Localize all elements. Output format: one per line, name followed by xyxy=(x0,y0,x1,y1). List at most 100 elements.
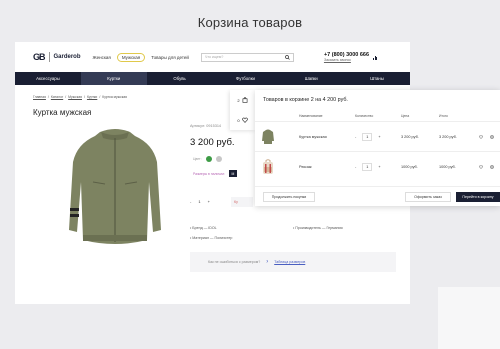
color-green-swatch[interactable] xyxy=(205,156,212,162)
size-table-link[interactable]: Таблица размеров xyxy=(274,260,305,264)
cart-count-row[interactable]: 2 xyxy=(237,97,248,103)
cart-item-price: 1000 руб. xyxy=(401,164,418,169)
cart-item-qty: - 1 + xyxy=(355,162,381,171)
prop-material: • Материал — Полиэстер xyxy=(190,236,233,240)
color-selector: Цвет: xyxy=(193,156,222,162)
prop-brand-text: Бренд — IDOL xyxy=(192,226,217,230)
backpack-thumbnail xyxy=(263,158,273,174)
prop-manufacturer: • Производитель — Германия xyxy=(293,226,343,230)
size-help-bar: Как не ошибиться с размером? › Таблица р… xyxy=(190,252,396,272)
cart-count: 2 xyxy=(237,97,240,103)
link-women[interactable]: Женская xyxy=(93,55,111,60)
cart-popup: Товаров в корзине 2 на 4 200 руб. Наимен… xyxy=(255,90,500,206)
site-header: GB Garderob Женская Мужская Товары для д… xyxy=(15,42,410,72)
cart-item-name[interactable]: Рюкзак xyxy=(299,165,312,169)
color-gray-swatch[interactable] xyxy=(215,156,222,162)
col-name: Наименование xyxy=(299,113,323,118)
size-label: Размеры в наличии: xyxy=(193,171,225,176)
callback-link[interactable]: Заказать звонок xyxy=(324,58,369,62)
cart-footer: Продолжить покупки Оформить заказ Перейт… xyxy=(255,186,500,206)
nav-accessories[interactable]: Аксессуары xyxy=(15,72,81,85)
breadcrumb-current: Куртка мужская xyxy=(102,95,127,99)
product-article: Артикул: 0915314 xyxy=(190,124,222,128)
qty-minus-button[interactable]: - xyxy=(355,165,356,169)
checkout-button[interactable]: Оформить заказ xyxy=(405,192,451,202)
nav-tshirts[interactable]: Футболки xyxy=(212,72,278,85)
cart-item: Рюкзак - 1 + 1000 руб. 1000 руб. xyxy=(255,151,500,181)
bag-icon xyxy=(242,97,248,103)
cart-item-total: 1000 руб. xyxy=(439,164,456,169)
buy-button[interactable]: Ку xyxy=(231,197,253,207)
product-title: Куртка мужская xyxy=(33,108,92,117)
product-image xyxy=(69,129,161,244)
prop-material-text: Материал — Полиэстер xyxy=(192,236,233,240)
logo-mark: GB xyxy=(33,52,45,62)
breadcrumb-sep: / xyxy=(99,95,101,99)
breadcrumb-jackets[interactable]: Куртки xyxy=(87,95,97,99)
cart-item-total: 3 200 руб. xyxy=(439,134,457,139)
qty-plus-button[interactable]: + xyxy=(208,199,210,204)
qty-value[interactable]: 1 xyxy=(198,199,200,204)
size-help-question: Как не ошибиться с размером? xyxy=(208,260,261,264)
heart-icon xyxy=(241,117,248,123)
logo-separator xyxy=(48,52,50,62)
cart-title: Товаров в корзине 2 на 4 200 руб. xyxy=(263,97,348,103)
qty-minus-button[interactable]: - xyxy=(190,199,191,204)
qty-value[interactable]: 1 xyxy=(362,132,373,141)
continue-shopping-button[interactable]: Продолжить покупки xyxy=(263,192,315,202)
prop-brand: • Бренд — IDOL xyxy=(190,226,217,230)
background-shape xyxy=(438,287,500,349)
main-nav: Аксессуары Куртки Обувь Футболки Шапки Ш… xyxy=(15,72,410,85)
top-links: Женская Мужская Товары для детей xyxy=(93,52,189,62)
cart-item: Куртка мужская - 1 + 3 200 руб. 3 200 ру… xyxy=(255,121,500,151)
remove-icon[interactable] xyxy=(490,164,494,169)
qty-plus-button[interactable]: + xyxy=(378,165,380,169)
logo[interactable]: GB Garderob xyxy=(33,52,81,62)
breadcrumb-sep: / xyxy=(47,95,49,99)
qty-value[interactable]: 1 xyxy=(362,162,373,171)
cart-columns: Наименование Количество Цена Итого xyxy=(255,110,500,121)
search-placeholder: Что ищем? xyxy=(204,55,224,59)
product-price: 3 200 руб. xyxy=(190,137,235,148)
quantity-stepper: - 1 + xyxy=(190,199,210,204)
cart-item-qty: - 1 + xyxy=(355,132,381,141)
color-label: Цвет: xyxy=(193,157,202,161)
jacket-thumbnail xyxy=(262,129,274,144)
heart-icon[interactable] xyxy=(479,164,483,169)
search-icon[interactable] xyxy=(285,54,290,60)
breadcrumb-home[interactable]: Главная xyxy=(33,95,46,99)
size-selector: Размеры в наличии: M xyxy=(193,170,237,177)
search-input[interactable]: Что ищем? xyxy=(200,52,294,62)
cart-item-name[interactable]: Куртка мужская xyxy=(299,135,327,139)
breadcrumb: Главная / Каталог / Мужская / Куртки / К… xyxy=(33,95,127,99)
stats-icon[interactable] xyxy=(373,55,378,60)
nav-pants[interactable]: Штаны xyxy=(344,72,410,85)
cart-item-price: 3 200 руб. xyxy=(401,134,419,139)
nav-shoes[interactable]: Обувь xyxy=(147,72,213,85)
cart-side-tab: 2 0 xyxy=(230,90,255,130)
heart-icon[interactable] xyxy=(479,134,483,139)
favorites-count-row[interactable]: 0 xyxy=(237,117,248,123)
logo-text: Garderob xyxy=(53,54,81,60)
nav-jackets[interactable]: Куртки xyxy=(80,72,147,85)
contact-block: +7 (800) 3000 666 Заказать звонок xyxy=(324,52,369,62)
nav-hats[interactable]: Шапки xyxy=(278,72,344,85)
breadcrumb-men[interactable]: Мужская xyxy=(68,95,82,99)
breadcrumb-sep: / xyxy=(83,95,85,99)
qty-minus-button[interactable]: - xyxy=(355,135,356,139)
favorites-count: 0 xyxy=(237,117,240,123)
col-qty: Количество xyxy=(355,113,374,118)
size-option[interactable]: M xyxy=(228,170,237,177)
breadcrumb-catalog[interactable]: Каталог xyxy=(51,95,63,99)
link-men[interactable]: Мужская xyxy=(116,52,146,62)
prop-manufacturer-text: Производитель — Германия xyxy=(295,226,343,230)
go-to-cart-button[interactable]: Перейти в корзину xyxy=(456,192,500,202)
remove-icon[interactable] xyxy=(490,134,494,139)
page-headline: Корзина товаров xyxy=(197,15,303,30)
breadcrumb-sep: / xyxy=(65,95,67,99)
arrow-right-icon: › xyxy=(266,259,269,265)
link-kids[interactable]: Товары для детей xyxy=(151,55,189,60)
qty-plus-button[interactable]: + xyxy=(378,135,380,139)
col-total: Итого xyxy=(439,113,448,118)
col-price: Цена xyxy=(401,113,410,118)
